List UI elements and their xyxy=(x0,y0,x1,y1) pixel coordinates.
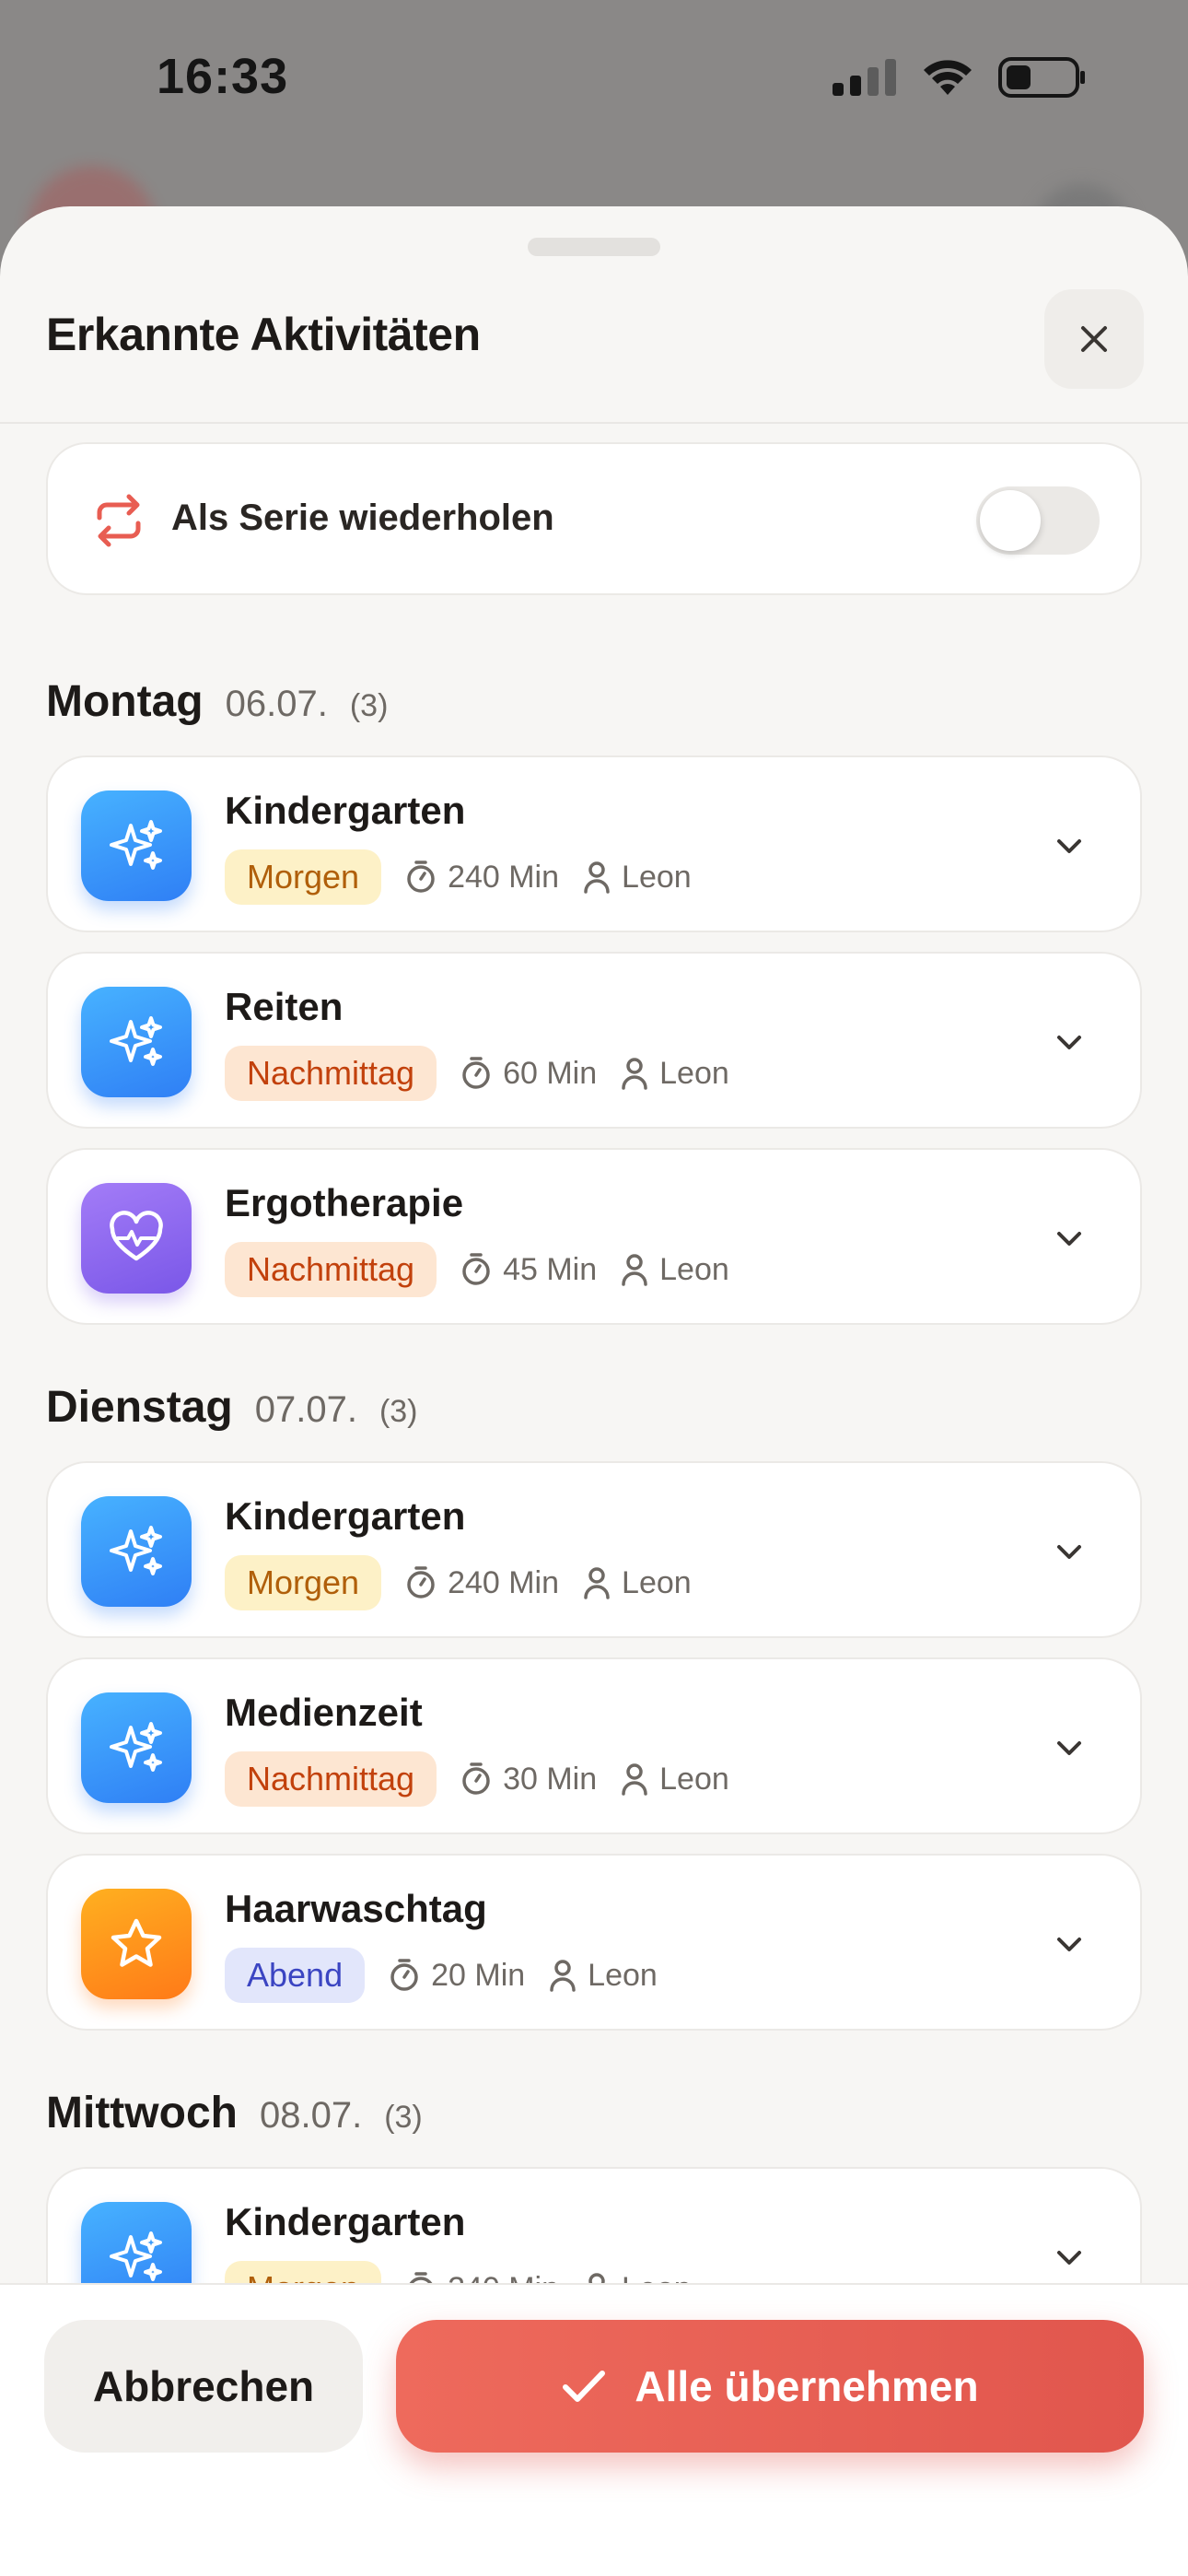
battery-icon xyxy=(998,57,1085,98)
cellular-signal-icon xyxy=(833,59,896,96)
activity-icon-tile xyxy=(81,1692,192,1803)
stopwatch-icon xyxy=(407,861,435,893)
duration-text: 240 Min xyxy=(448,859,560,895)
activity-icon-tile xyxy=(81,987,192,1097)
series-repeat-label: Als Serie wiederholen xyxy=(171,498,554,538)
day-name: Mittwoch xyxy=(46,2089,238,2137)
time-of-day-badge: Morgen xyxy=(225,1555,382,1610)
chevron-down-icon[interactable] xyxy=(1054,1733,1085,1764)
activity-card[interactable]: Ergotherapie Nachmittag 45 Min Leon xyxy=(46,1148,1142,1325)
activity-card[interactable]: Medienzeit Nachmittag 30 Min Leon xyxy=(46,1657,1142,1834)
sheet-header: Erkannte Aktivitäten xyxy=(0,206,1188,424)
series-repeat-card: Als Serie wiederholen xyxy=(46,442,1142,595)
time-of-day-badge: Nachmittag xyxy=(225,1046,437,1101)
person-text: Leon xyxy=(588,1957,658,1993)
activity-card[interactable]: Kindergarten Morgen 240 Min Leon xyxy=(46,755,1142,932)
person-icon xyxy=(584,861,610,894)
activity-card[interactable]: Reiten Nachmittag 60 Min Leon xyxy=(46,952,1142,1129)
sparkles-icon xyxy=(110,820,162,870)
duration-text: 60 Min xyxy=(503,1055,598,1091)
sparkles-icon xyxy=(110,1722,162,1772)
person-text: Leon xyxy=(622,1564,692,1600)
toggle-knob xyxy=(980,490,1041,551)
day-header-montag: Montag 06.07. (3) xyxy=(46,676,388,727)
day-name: Montag xyxy=(46,677,204,726)
chevron-down-icon[interactable] xyxy=(1054,831,1085,862)
stopwatch-icon xyxy=(390,1959,418,1991)
bottom-action-bar: Abbrechen Alle übernehmen xyxy=(0,2283,1188,2576)
activity-title: Medienzeit xyxy=(225,1691,423,1734)
accept-all-button[interactable]: Alle übernehmen xyxy=(396,2320,1144,2453)
activity-title: Kindergarten xyxy=(225,789,466,832)
day-count: (3) xyxy=(349,688,389,723)
chevron-down-icon[interactable] xyxy=(1054,1027,1085,1059)
person-icon xyxy=(550,1960,576,1992)
sparkles-icon xyxy=(110,1016,162,1066)
duration-text: 45 Min xyxy=(503,1251,598,1287)
person-icon xyxy=(584,1567,610,1599)
person-icon xyxy=(622,1058,647,1090)
duration-text: 30 Min xyxy=(503,1761,598,1797)
time-of-day-badge: Morgen xyxy=(225,849,382,905)
day-header-dienstag: Dienstag 07.07. (3) xyxy=(46,1382,418,1433)
time-of-day-badge: Nachmittag xyxy=(225,1751,437,1807)
person-text: Leon xyxy=(659,1761,729,1797)
star-icon xyxy=(111,1918,162,1967)
close-button[interactable] xyxy=(1044,289,1144,389)
series-repeat-toggle[interactable] xyxy=(976,486,1100,555)
activity-icon-tile xyxy=(81,1496,192,1607)
day-date: 08.07. xyxy=(259,2095,363,2136)
activity-title: Haarwaschtag xyxy=(225,1887,487,1930)
day-header-mittwoch: Mittwoch 08.07. (3) xyxy=(46,2088,423,2138)
sheet-title: Erkannte Aktivitäten xyxy=(46,309,481,360)
sparkles-icon xyxy=(110,1526,162,1575)
chevron-down-icon[interactable] xyxy=(1054,1929,1085,1961)
day-count: (3) xyxy=(379,1394,418,1429)
stopwatch-icon xyxy=(407,1566,435,1598)
activity-title: Kindergarten xyxy=(225,2200,466,2243)
chevron-down-icon[interactable] xyxy=(1054,1224,1085,1255)
duration-text: 240 Min xyxy=(448,1564,560,1600)
person-icon xyxy=(622,1763,647,1796)
time-of-day-badge: Abend xyxy=(225,1948,366,2003)
person-text: Leon xyxy=(659,1055,729,1091)
activity-title: Kindergarten xyxy=(225,1494,466,1538)
activity-title: Reiten xyxy=(225,985,344,1028)
day-count: (3) xyxy=(384,2100,423,2135)
person-icon xyxy=(622,1254,647,1286)
activities-sheet: Erkannte Aktivitäten Als Serie wiederhol… xyxy=(0,206,1188,2576)
status-bar: 16:33 xyxy=(0,0,1188,157)
cancel-button[interactable]: Abbrechen xyxy=(44,2320,363,2453)
accept-all-label: Alle übernehmen xyxy=(635,2362,979,2410)
duration-text: 20 Min xyxy=(431,1957,526,1993)
status-time: 16:33 xyxy=(157,49,289,104)
stopwatch-icon xyxy=(462,1057,490,1089)
day-date: 07.07. xyxy=(254,1389,357,1430)
stopwatch-icon xyxy=(462,1762,490,1795)
chevron-down-icon[interactable] xyxy=(1054,2242,1085,2274)
heart-pulse-icon xyxy=(110,1211,163,1261)
activity-title: Ergotherapie xyxy=(225,1181,464,1224)
activity-icon-tile xyxy=(81,1889,192,1999)
sparkles-icon xyxy=(110,2231,162,2281)
person-text: Leon xyxy=(622,859,692,895)
activity-card[interactable]: Haarwaschtag Abend 20 Min Leon xyxy=(46,1854,1142,2031)
time-of-day-badge: Nachmittag xyxy=(225,1242,437,1297)
day-name: Dienstag xyxy=(46,1383,233,1432)
person-text: Leon xyxy=(659,1251,729,1287)
checkmark-icon xyxy=(563,2371,606,2402)
close-icon xyxy=(1081,326,1107,352)
chevron-down-icon[interactable] xyxy=(1054,1537,1085,1568)
activity-card[interactable]: Kindergarten Morgen 240 Min Leon xyxy=(46,1461,1142,1638)
repeat-icon xyxy=(97,494,141,547)
wifi-icon xyxy=(924,60,972,95)
activity-icon-tile xyxy=(81,1183,192,1294)
stopwatch-icon xyxy=(462,1253,490,1285)
day-date: 06.07. xyxy=(225,684,328,724)
activity-icon-tile xyxy=(81,790,192,901)
